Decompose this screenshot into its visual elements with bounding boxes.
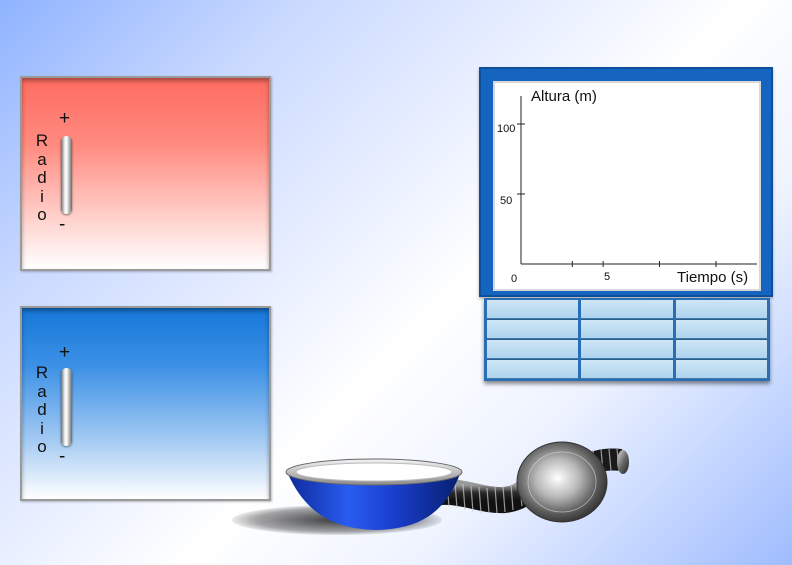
data-table: [484, 298, 770, 381]
table-cell: [581, 340, 673, 359]
table-cell: [675, 360, 767, 379]
radius-letter: o: [37, 437, 47, 456]
decrease-label-top: -: [59, 214, 66, 235]
table-cell: [675, 340, 767, 359]
radius-letter: i: [40, 186, 44, 206]
table-cell: [675, 300, 767, 319]
graph-plot-area: Altura (m) Tiempo (s) 100 50 0 5: [493, 81, 761, 291]
table-column: [675, 300, 767, 379]
table-cell: [487, 340, 579, 359]
decrease-label-bottom: -: [59, 446, 66, 467]
table-cell: [487, 300, 579, 319]
radius-slider-bottom[interactable]: [61, 368, 72, 446]
x-tick-label: 5: [604, 271, 611, 283]
data-table-grid: [487, 300, 767, 379]
radius-letter: o: [37, 205, 47, 224]
radius-letter: a: [37, 149, 47, 169]
table-column: [487, 300, 579, 379]
increase-label-bottom: +: [59, 342, 71, 363]
radius-letter: i: [40, 418, 44, 438]
table-cell: [581, 360, 673, 379]
table-cell: [581, 320, 673, 339]
x-tick-label: 0: [511, 273, 518, 285]
radius-label-bottom: R a d i o: [35, 363, 49, 457]
y-tick-label: 50: [500, 195, 513, 207]
table-cell: [675, 320, 767, 339]
radius-letter: d: [37, 400, 47, 419]
table-column: [581, 300, 673, 379]
chart-svg: [517, 96, 757, 267]
radius-slider-top[interactable]: [61, 136, 72, 214]
radius-letter: R: [35, 363, 49, 382]
water-bowl: [285, 458, 463, 530]
y-axis-label: Altura (m): [531, 88, 597, 105]
radius-label-top: R a d i o: [35, 131, 49, 225]
table-cell: [487, 320, 579, 339]
table-cell: [487, 360, 579, 379]
increase-label-top: +: [59, 108, 71, 129]
radius-letter: d: [37, 168, 47, 187]
radius-letter: a: [37, 381, 47, 401]
radius-letter: R: [35, 131, 49, 150]
radius-panel-bottom: + R a d i o -: [20, 306, 271, 501]
table-cell: [581, 300, 673, 319]
x-axis-label: Tiempo (s): [677, 269, 749, 286]
y-tick-label: 100: [497, 123, 516, 135]
height-time-graph: Altura (m) Tiempo (s) 100 50 0 5: [479, 67, 773, 297]
radius-panel-top: + R a d i o -: [20, 76, 271, 271]
